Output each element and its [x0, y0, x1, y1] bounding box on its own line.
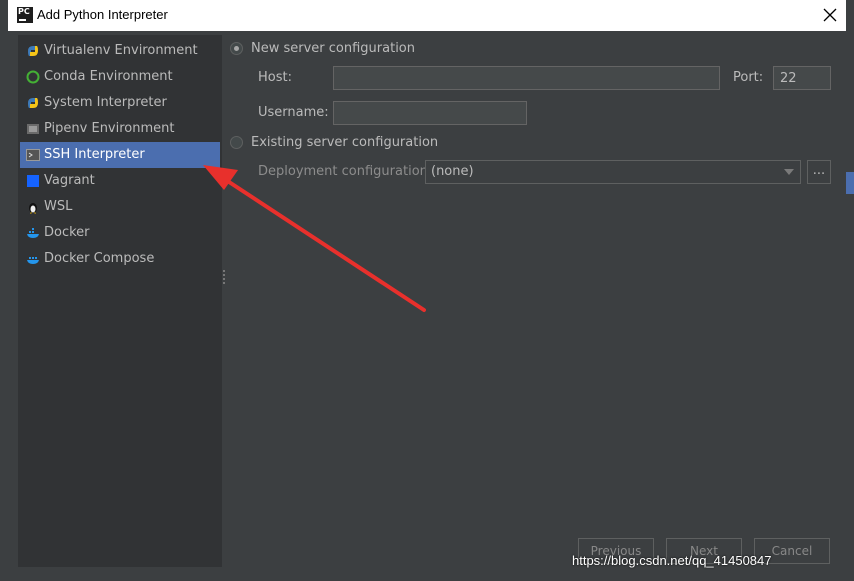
docker-icon — [27, 228, 39, 238]
deployment-config-dropdown[interactable]: (none) — [425, 160, 801, 184]
sidebar-item-label: Docker Compose — [44, 251, 155, 266]
deployment-config-label: Deployment configuration: — [258, 164, 433, 179]
sidebar-item-wsl[interactable]: WSL — [20, 194, 220, 220]
close-button[interactable] — [820, 5, 840, 25]
python-icon — [28, 98, 38, 108]
browse-deployment-button[interactable]: ... — [807, 160, 831, 184]
conda-icon — [26, 70, 40, 84]
title-bar: PC Add Python Interpreter — [8, 0, 846, 31]
host-label: Host: — [258, 70, 292, 85]
existing-server-label: Existing server configuration — [251, 135, 439, 150]
username-input[interactable] — [333, 101, 527, 125]
sidebar-item-label: WSL — [44, 199, 73, 214]
chevron-down-icon — [784, 169, 794, 175]
sidebar-item-label: System Interpreter — [44, 95, 167, 110]
sidebar-item-label: Vagrant — [44, 173, 95, 188]
sidebar-item-conda[interactable]: Conda Environment — [20, 64, 220, 90]
host-input[interactable] — [333, 66, 720, 90]
existing-server-radio[interactable]: Existing server configuration — [230, 134, 450, 152]
close-icon — [823, 8, 837, 22]
sidebar-item-docker-compose[interactable]: Docker Compose — [20, 246, 220, 272]
username-label: Username: — [258, 105, 329, 120]
watermark-url: https://blog.csdn.net/qq_41450847 — [572, 553, 772, 568]
sidebar-item-virtualenv[interactable]: Virtualenv Environment — [20, 38, 220, 64]
deployment-config-value: (none) — [431, 164, 474, 179]
background-selection — [846, 172, 854, 194]
sidebar-item-docker[interactable]: Docker — [20, 220, 220, 246]
sidebar-item-label: Conda Environment — [44, 69, 173, 84]
add-interpreter-dialog: PC Add Python Interpreter Virtualenv Env… — [8, 0, 846, 581]
vagrant-icon — [27, 175, 39, 187]
terminal-icon — [26, 149, 40, 161]
radio-button-checked[interactable] — [230, 42, 243, 55]
new-server-label: New server configuration — [251, 41, 416, 56]
new-server-radio[interactable]: New server configuration — [230, 40, 430, 58]
panel-splitter[interactable] — [222, 270, 226, 286]
sidebar-item-ssh-interpreter[interactable]: SSH Interpreter — [20, 142, 220, 168]
sidebar-item-label: Docker — [44, 225, 90, 240]
python-icon — [28, 46, 38, 56]
sidebar-item-pipenv[interactable]: Pipenv Environment — [20, 116, 220, 142]
background-window-edge — [0, 0, 8, 581]
sidebar-item-label: SSH Interpreter — [44, 147, 145, 162]
port-label: Port: — [733, 70, 764, 85]
sidebar-item-label: Pipenv Environment — [44, 121, 175, 136]
pipenv-icon — [27, 124, 39, 134]
radio-button-unchecked[interactable] — [230, 136, 243, 149]
sidebar-item-vagrant[interactable]: Vagrant — [20, 168, 220, 194]
sidebar-item-system-interpreter[interactable]: System Interpreter — [20, 90, 220, 116]
interpreter-type-list: Virtualenv Environment Conda Environment… — [18, 35, 222, 567]
pycharm-icon: PC — [17, 7, 33, 23]
port-input[interactable] — [773, 66, 831, 90]
sidebar-item-label: Virtualenv Environment — [44, 43, 198, 58]
docker-compose-icon — [27, 257, 39, 264]
ssh-settings-panel: New server configuration Host: Port: Use… — [230, 35, 840, 567]
linux-penguin-icon — [29, 203, 37, 214]
window-title: Add Python Interpreter — [37, 7, 168, 22]
